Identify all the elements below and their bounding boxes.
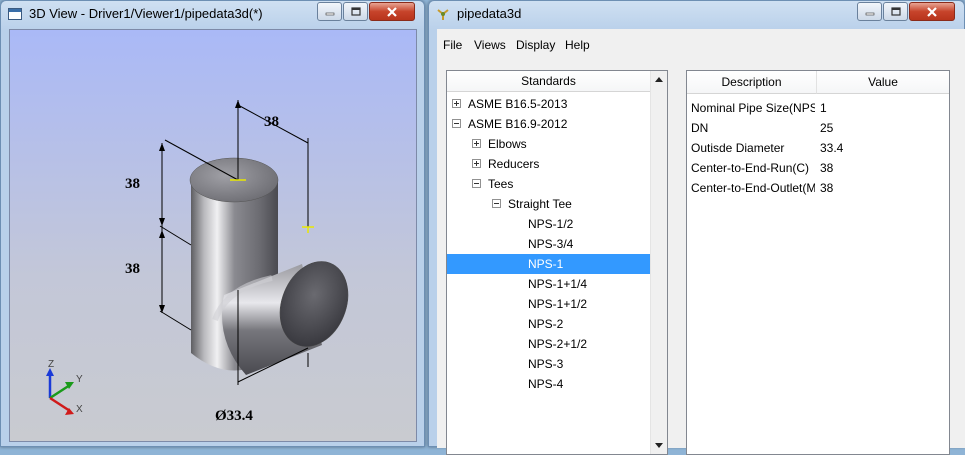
maximize-icon: [350, 7, 361, 16]
viewport-3d[interactable]: 38 38 38 Ø33.4 Z Y X: [9, 29, 417, 442]
tree-item-asme-b16-9[interactable]: ASME B16.9-2012: [447, 114, 650, 134]
viewer-title: 3D View - Driver1/Viewer1/pipedata3d(*): [29, 6, 263, 21]
axis-label-z: Z: [48, 359, 55, 370]
tree-item-nps-3[interactable]: NPS-3: [447, 354, 650, 374]
expand-icon[interactable]: [472, 139, 481, 148]
dimension-top: 38: [264, 114, 279, 130]
tree-item-nps-1-2[interactable]: NPS-1/2: [447, 214, 650, 234]
minimize-icon: [325, 12, 334, 15]
viewer-window: 3D View - Driver1/Viewer1/pipedata3d(*): [0, 0, 425, 447]
tree-item-reducers[interactable]: Reducers: [447, 154, 650, 174]
collapse-icon[interactable]: [452, 119, 461, 128]
cell-value[interactable]: 33.4: [820, 138, 940, 158]
cell-value[interactable]: 38: [820, 158, 940, 178]
column-header-description[interactable]: Description: [687, 71, 817, 94]
tree-item-nps-2-1-2[interactable]: NPS-2+1/2: [447, 334, 650, 354]
expand-icon[interactable]: [452, 99, 461, 108]
tree-item-tees[interactable]: Tees: [447, 174, 650, 194]
expand-icon[interactable]: [472, 159, 481, 168]
pipedata-window: pipedata3d File Views Display Help Stand…: [428, 0, 965, 455]
menu-display[interactable]: Display: [516, 38, 555, 52]
pipedata-titlebar[interactable]: pipedata3d: [429, 1, 964, 28]
minimize-button[interactable]: [317, 2, 342, 21]
cell-value[interactable]: 38: [820, 178, 940, 198]
tree-item-nps-3-4[interactable]: NPS-3/4: [447, 234, 650, 254]
dimension-diameter: Ø33.4: [215, 408, 253, 424]
cell-description[interactable]: DN: [691, 118, 815, 138]
tree-item-elbows[interactable]: Elbows: [447, 134, 650, 154]
cell-value[interactable]: 1: [820, 98, 940, 118]
scroll-up-icon: [655, 77, 663, 82]
cell-description[interactable]: Center-to-End-Run(C): [691, 158, 815, 178]
cell-description[interactable]: Outisde Diameter: [691, 138, 815, 158]
column-header-value[interactable]: Value: [817, 71, 949, 94]
properties-table[interactable]: Description Value Nominal Pipe Size(NPS …: [686, 70, 950, 455]
tee-fitting-model: [46, 100, 349, 415]
tree-item-nps-1-1-4[interactable]: NPS-1+1/4: [447, 274, 650, 294]
window-icon: [8, 7, 22, 21]
tree-scrollbar[interactable]: [650, 71, 667, 454]
collapse-icon[interactable]: [492, 199, 501, 208]
cell-description[interactable]: Center-to-End-Outlet(M: [691, 178, 815, 198]
tree-header-standards[interactable]: Standards: [447, 71, 650, 92]
scroll-down-button[interactable]: [651, 437, 667, 454]
maximize-icon: [890, 7, 901, 16]
cell-value[interactable]: 25: [820, 118, 940, 138]
menu-file[interactable]: File: [443, 38, 462, 52]
axis-label-y: Y: [76, 374, 83, 385]
maximize-button[interactable]: [343, 2, 368, 21]
close-button[interactable]: [909, 2, 955, 21]
scroll-down-icon: [655, 443, 663, 448]
close-icon: [927, 6, 937, 17]
menu-help[interactable]: Help: [565, 38, 590, 52]
app-icon: [436, 7, 450, 21]
collapse-icon[interactable]: [472, 179, 481, 188]
tree-item-nps-4[interactable]: NPS-4: [447, 374, 650, 394]
tree-item-straight-tee[interactable]: Straight Tee: [447, 194, 650, 214]
dimension-left-lower: 38: [125, 261, 140, 277]
viewer-titlebar[interactable]: 3D View - Driver1/Viewer1/pipedata3d(*): [1, 1, 424, 28]
pipedata-client: File Views Display Help Standards ASME B…: [437, 29, 965, 455]
axis-label-x: X: [76, 404, 83, 415]
close-icon: [387, 6, 397, 17]
tree-item-nps-1[interactable]: NPS-1: [447, 254, 650, 274]
standards-tree[interactable]: Standards ASME B16.5-2013 ASME B16.9-201…: [446, 70, 668, 455]
minimize-button[interactable]: [857, 2, 882, 21]
tree-item-asme-b16-5[interactable]: ASME B16.5-2013: [447, 94, 650, 114]
tree-item-nps-2[interactable]: NPS-2: [447, 314, 650, 334]
tree-item-nps-1-1-2[interactable]: NPS-1+1/2: [447, 294, 650, 314]
menu-bar: File Views Display Help: [437, 29, 965, 61]
maximize-button[interactable]: [883, 2, 908, 21]
close-button[interactable]: [369, 2, 415, 21]
cell-description[interactable]: Nominal Pipe Size(NPS: [691, 98, 815, 118]
dimension-left-upper: 38: [125, 176, 140, 192]
scroll-up-button[interactable]: [651, 71, 667, 88]
pipedata-title: pipedata3d: [457, 6, 522, 21]
minimize-icon: [865, 12, 874, 15]
menu-views[interactable]: Views: [474, 38, 506, 52]
